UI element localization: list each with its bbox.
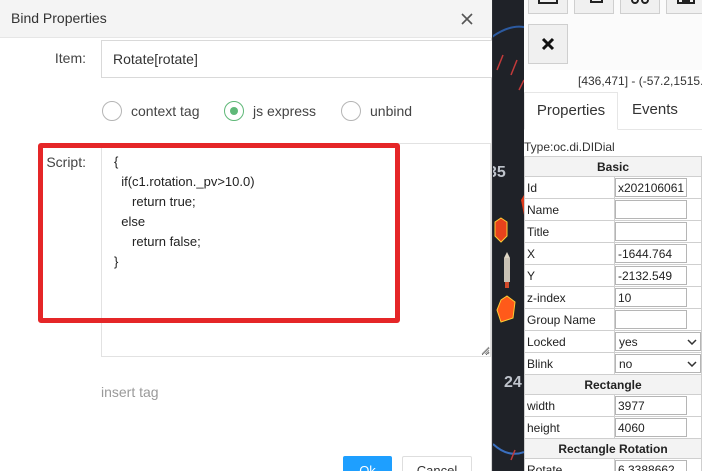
tab-properties[interactable]: Properties — [524, 92, 618, 130]
radio-circle-js-express[interactable] — [224, 101, 244, 121]
prop-row-x: X — [524, 242, 702, 265]
prop-name: z-index — [524, 286, 615, 309]
prop-row-blink: Blink no — [524, 352, 702, 375]
group-name-input[interactable] — [615, 310, 687, 329]
radio-context-tag[interactable]: context tag — [102, 100, 200, 122]
y-input[interactable] — [615, 266, 687, 285]
id-input[interactable] — [615, 178, 687, 197]
section-rectangle-rotation: Rectangle Rotation — [524, 438, 702, 459]
section-basic: Basic — [524, 156, 702, 177]
insert-tag-link[interactable]: insert tag — [101, 384, 159, 400]
editor-canvas[interactable]: 35 24 — [493, 0, 524, 471]
prop-name: Name — [524, 198, 615, 221]
prop-name: Rotate — [524, 458, 615, 471]
ok-button[interactable]: Ok — [343, 456, 392, 471]
blink-select[interactable]: no — [615, 354, 701, 373]
prop-row-name: Name — [524, 198, 702, 221]
tab-events[interactable]: Events — [632, 92, 678, 130]
resize-grip-icon[interactable] — [480, 345, 490, 355]
save-icon[interactable] — [528, 0, 568, 14]
close-icon[interactable] — [456, 8, 478, 30]
prop-row-rotate: Rotate — [524, 458, 702, 471]
prop-name: height — [524, 416, 615, 439]
prop-name: Id — [524, 176, 615, 199]
paste-icon[interactable] — [666, 0, 702, 14]
dial-graphic — [493, 25, 524, 461]
prop-name: Locked — [524, 330, 615, 353]
item-label: Item: — [54, 50, 86, 66]
dial-scale-number: 35 — [493, 164, 506, 181]
radio-circle-unbind[interactable] — [341, 101, 361, 121]
delete-icon[interactable] — [528, 24, 568, 64]
prop-name: Blink — [524, 352, 615, 375]
bind-properties-dialog: Bind Properties Item: context tag js exp… — [0, 0, 492, 471]
prop-row-height: height — [524, 416, 702, 439]
prop-row-title: Title — [524, 220, 702, 243]
rotate-input[interactable] — [615, 460, 687, 471]
prop-name: Group Name — [524, 308, 615, 331]
prop-row-id: Id — [524, 176, 702, 199]
radio-label-context-tag: context tag — [131, 103, 200, 119]
prop-row-group: Group Name — [524, 308, 702, 331]
blink-select-value: no — [619, 356, 633, 371]
prop-name: Y — [524, 264, 615, 287]
properties-panel: [436,471] - (-57.2,1515. Properties Even… — [524, 0, 702, 471]
section-rectangle: Rectangle — [524, 374, 702, 395]
x-input[interactable] — [615, 244, 687, 263]
cursor-coordinates: [436,471] - (-57.2,1515. — [578, 74, 702, 88]
cancel-button[interactable]: Cancel — [402, 456, 472, 471]
panel-tabs: Properties Events — [524, 92, 702, 130]
radio-circle-context-tag[interactable] — [102, 101, 122, 121]
prop-row-zindex: z-index — [524, 286, 702, 309]
radio-js-express[interactable]: js express — [224, 100, 316, 122]
script-label: Script: — [46, 154, 86, 170]
name-input[interactable] — [615, 200, 687, 219]
radio-label-js-express: js express — [253, 103, 317, 119]
height-input[interactable] — [615, 418, 687, 437]
copy-icon[interactable] — [574, 0, 614, 14]
property-table: Basic Id Name Title X Y z-index Group Na… — [524, 156, 702, 471]
locked-select-value: yes — [619, 334, 638, 349]
dialog-title: Bind Properties — [11, 10, 107, 26]
prop-name: X — [524, 242, 615, 265]
width-input[interactable] — [615, 396, 687, 415]
chevron-down-icon — [687, 338, 697, 345]
dial-scale-number: 24 — [504, 374, 522, 391]
radio-label-unbind: unbind — [370, 103, 413, 119]
prop-name: width — [524, 394, 615, 417]
title-input[interactable] — [615, 222, 687, 241]
prop-row-locked: Locked yes — [524, 330, 702, 353]
type-label: Type:oc.di.DIDial — [524, 140, 615, 154]
radio-unbind[interactable]: unbind — [341, 100, 412, 122]
prop-row-width: width — [524, 394, 702, 417]
script-textarea[interactable]: { if(c1.rotation._pv>10.0) return true; … — [101, 143, 491, 357]
prop-row-y: Y — [524, 264, 702, 287]
item-input[interactable] — [101, 40, 492, 78]
editor-toolbar — [524, 0, 702, 70]
locked-select[interactable]: yes — [615, 332, 701, 351]
prop-name: Title — [524, 220, 615, 243]
z-index-input[interactable] — [615, 288, 687, 307]
dialog-header: Bind Properties — [0, 0, 492, 38]
cut-icon[interactable] — [620, 0, 660, 14]
chevron-down-icon — [687, 360, 697, 367]
